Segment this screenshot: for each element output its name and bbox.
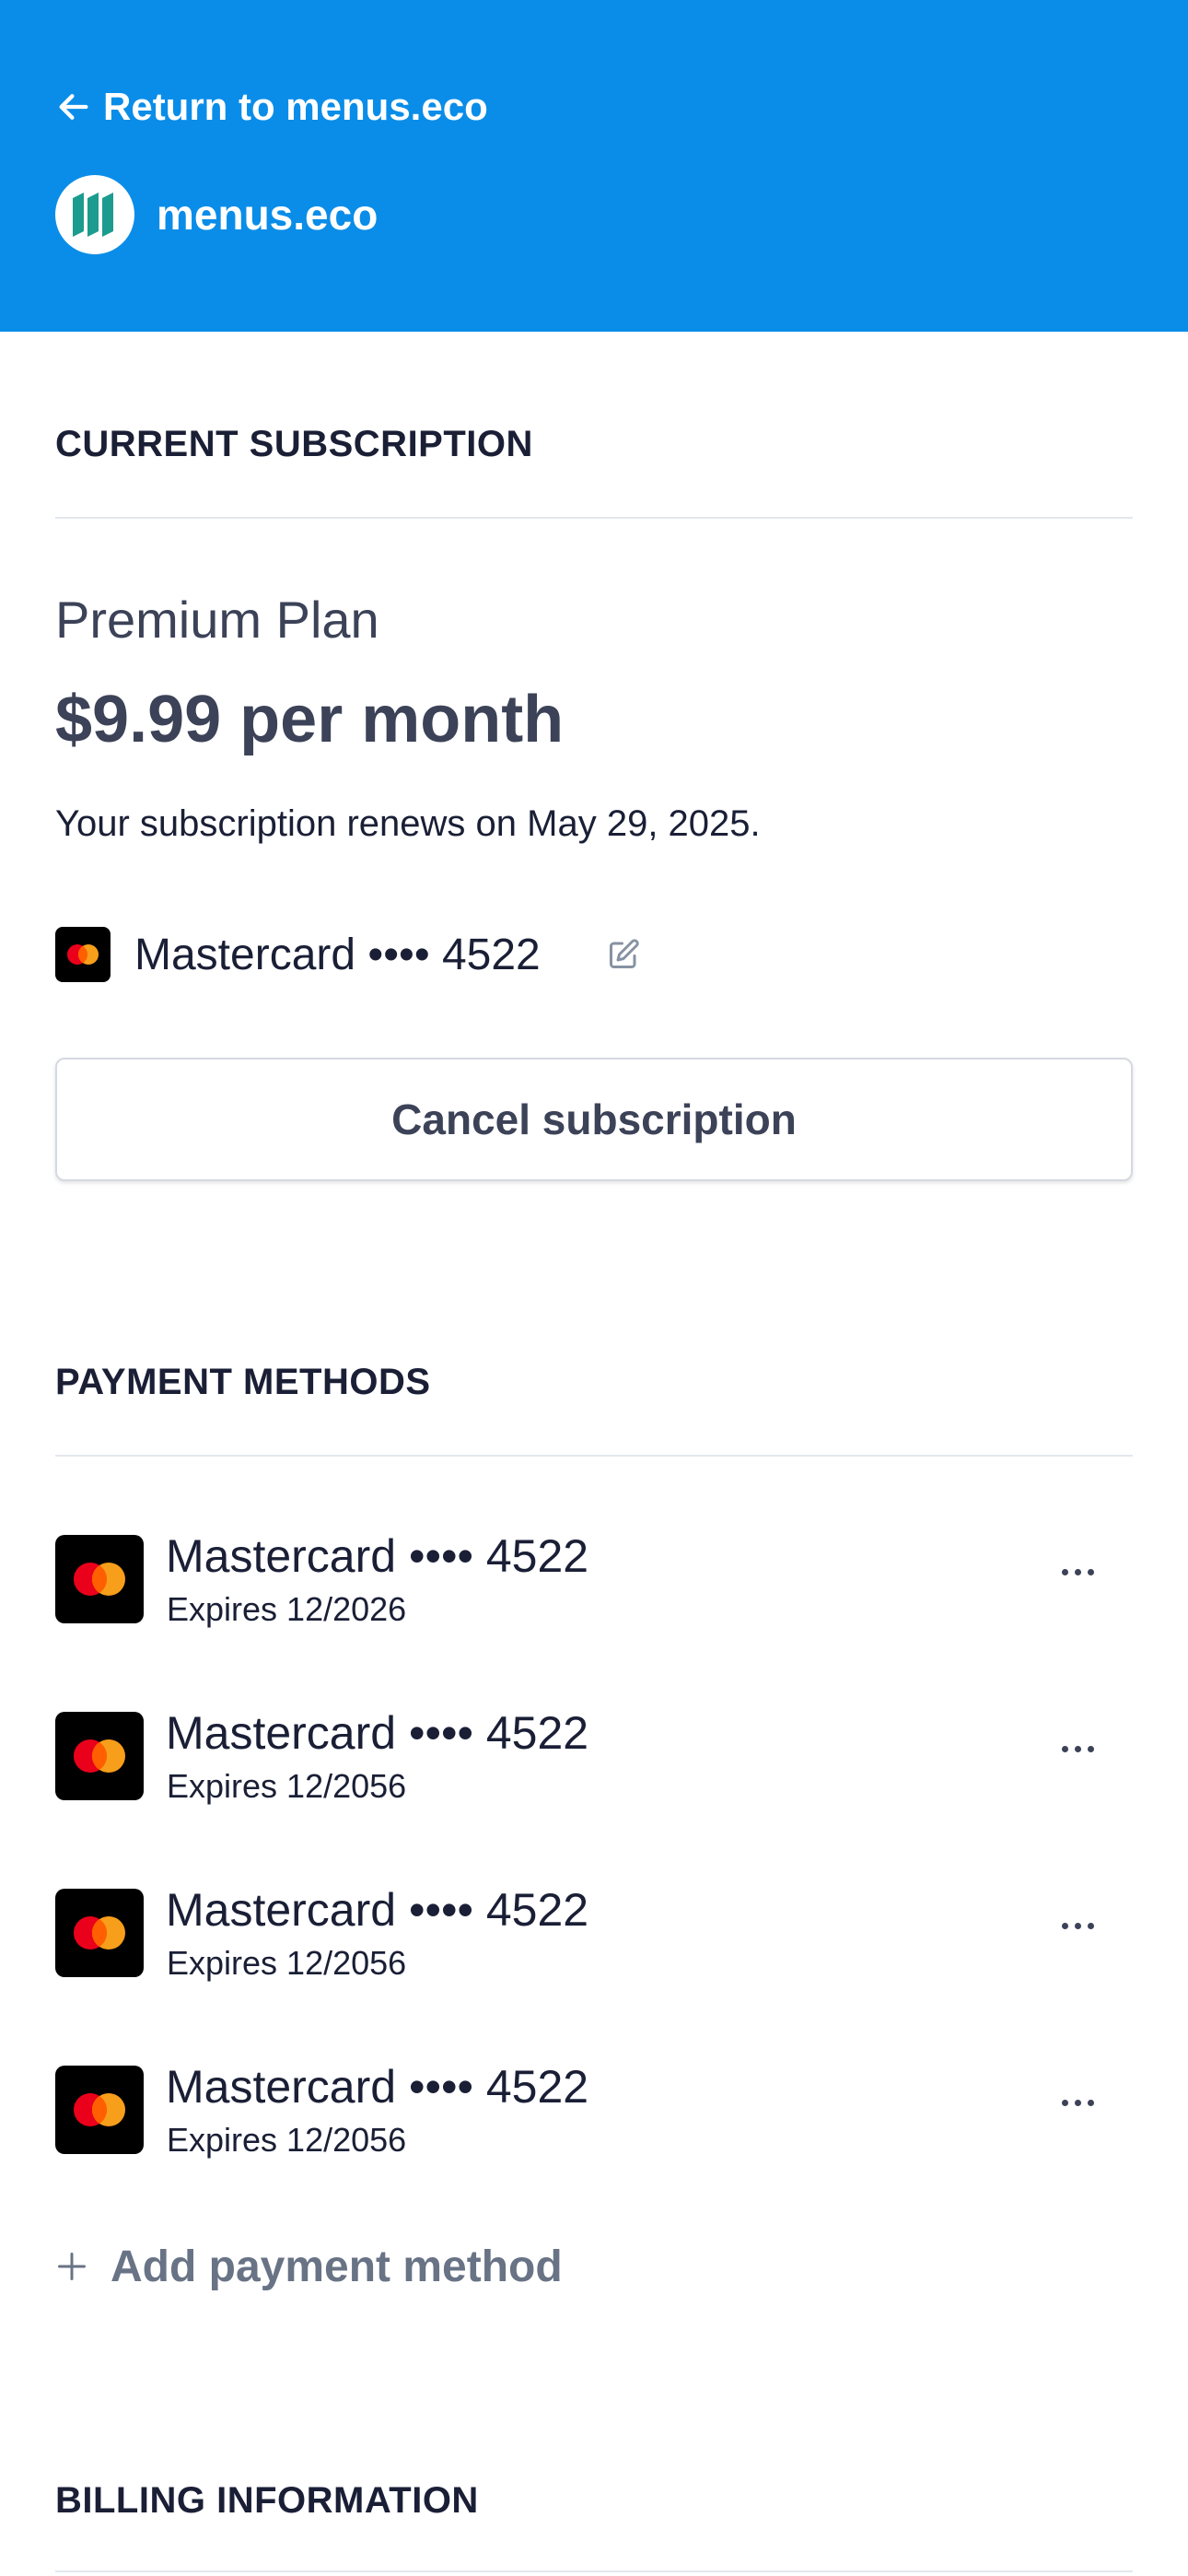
payment-method-expiry: Expires 12/2056 xyxy=(167,2121,407,2159)
section-divider xyxy=(55,2570,1133,2572)
billing-information-title: BILLING INFORMATION xyxy=(55,2480,479,2521)
more-options-button[interactable] xyxy=(1050,1730,1105,1767)
brand: menus.eco xyxy=(55,175,378,254)
payment-method-row: Mastercard •••• 4522 Expires 12/2056 xyxy=(55,1884,1133,1982)
pencil-edit-icon[interactable] xyxy=(607,938,640,971)
plan-name: Premium Plan xyxy=(55,591,379,649)
ellipsis-icon xyxy=(1061,1745,1094,1752)
ellipsis-icon xyxy=(1061,2099,1094,2106)
brand-name: menus.eco xyxy=(157,191,379,239)
more-options-button[interactable] xyxy=(1050,1907,1105,1944)
mastercard-icon xyxy=(55,1889,144,1977)
plus-icon xyxy=(58,2253,86,2280)
section-divider xyxy=(55,517,1133,519)
payment-method-label: Mastercard •••• 4522 xyxy=(166,2061,589,2113)
add-payment-method-label: Add payment method xyxy=(111,2242,563,2291)
subscription-card-label: Mastercard •••• 4522 xyxy=(134,930,541,979)
return-link[interactable]: Return to menus.eco xyxy=(55,81,488,133)
payment-method-row: Mastercard •••• 4522 Expires 12/2026 xyxy=(55,1530,1133,1628)
payment-method-label: Mastercard •••• 4522 xyxy=(166,1884,589,1936)
payment-method-expiry: Expires 12/2026 xyxy=(167,1590,407,1628)
payment-methods-title: PAYMENT METHODS xyxy=(55,1362,431,1402)
current-subscription-title: CURRENT SUBSCRIPTION xyxy=(55,424,533,464)
ellipsis-icon xyxy=(1061,1568,1094,1575)
payment-method-label: Mastercard •••• 4522 xyxy=(166,1530,589,1582)
mastercard-icon xyxy=(55,1535,144,1623)
mastercard-icon xyxy=(55,927,111,982)
more-options-button[interactable] xyxy=(1050,1553,1105,1590)
brand-logo xyxy=(55,175,134,254)
add-payment-method-button[interactable]: Add payment method xyxy=(55,2239,563,2294)
more-options-button[interactable] xyxy=(1050,2084,1105,2121)
payment-method-row: Mastercard •••• 4522 Expires 12/2056 xyxy=(55,1707,1133,1805)
plan-price: $9.99 per month xyxy=(55,683,565,756)
payment-method-label: Mastercard •••• 4522 xyxy=(166,1707,589,1759)
renewal-text: Your subscription renews on May 29, 2025… xyxy=(55,803,761,844)
payment-method-expiry: Expires 12/2056 xyxy=(167,1944,407,1982)
arrow-left-icon xyxy=(59,94,88,120)
ellipsis-icon xyxy=(1061,1922,1094,1929)
mastercard-icon xyxy=(55,1712,144,1800)
payment-method-expiry: Expires 12/2056 xyxy=(167,1767,407,1805)
header-banner: Return to menus.eco menus.eco xyxy=(0,0,1188,332)
payment-method-row: Mastercard •••• 4522 Expires 12/2056 xyxy=(55,2061,1133,2159)
mastercard-icon xyxy=(55,2066,144,2154)
subscription-payment-card: Mastercard •••• 4522 xyxy=(55,927,640,982)
menus-logo-icon xyxy=(73,193,113,237)
section-divider xyxy=(55,1455,1133,1457)
cancel-subscription-button[interactable]: Cancel subscription xyxy=(55,1058,1133,1181)
return-link-label: Return to menus.eco xyxy=(103,85,488,128)
